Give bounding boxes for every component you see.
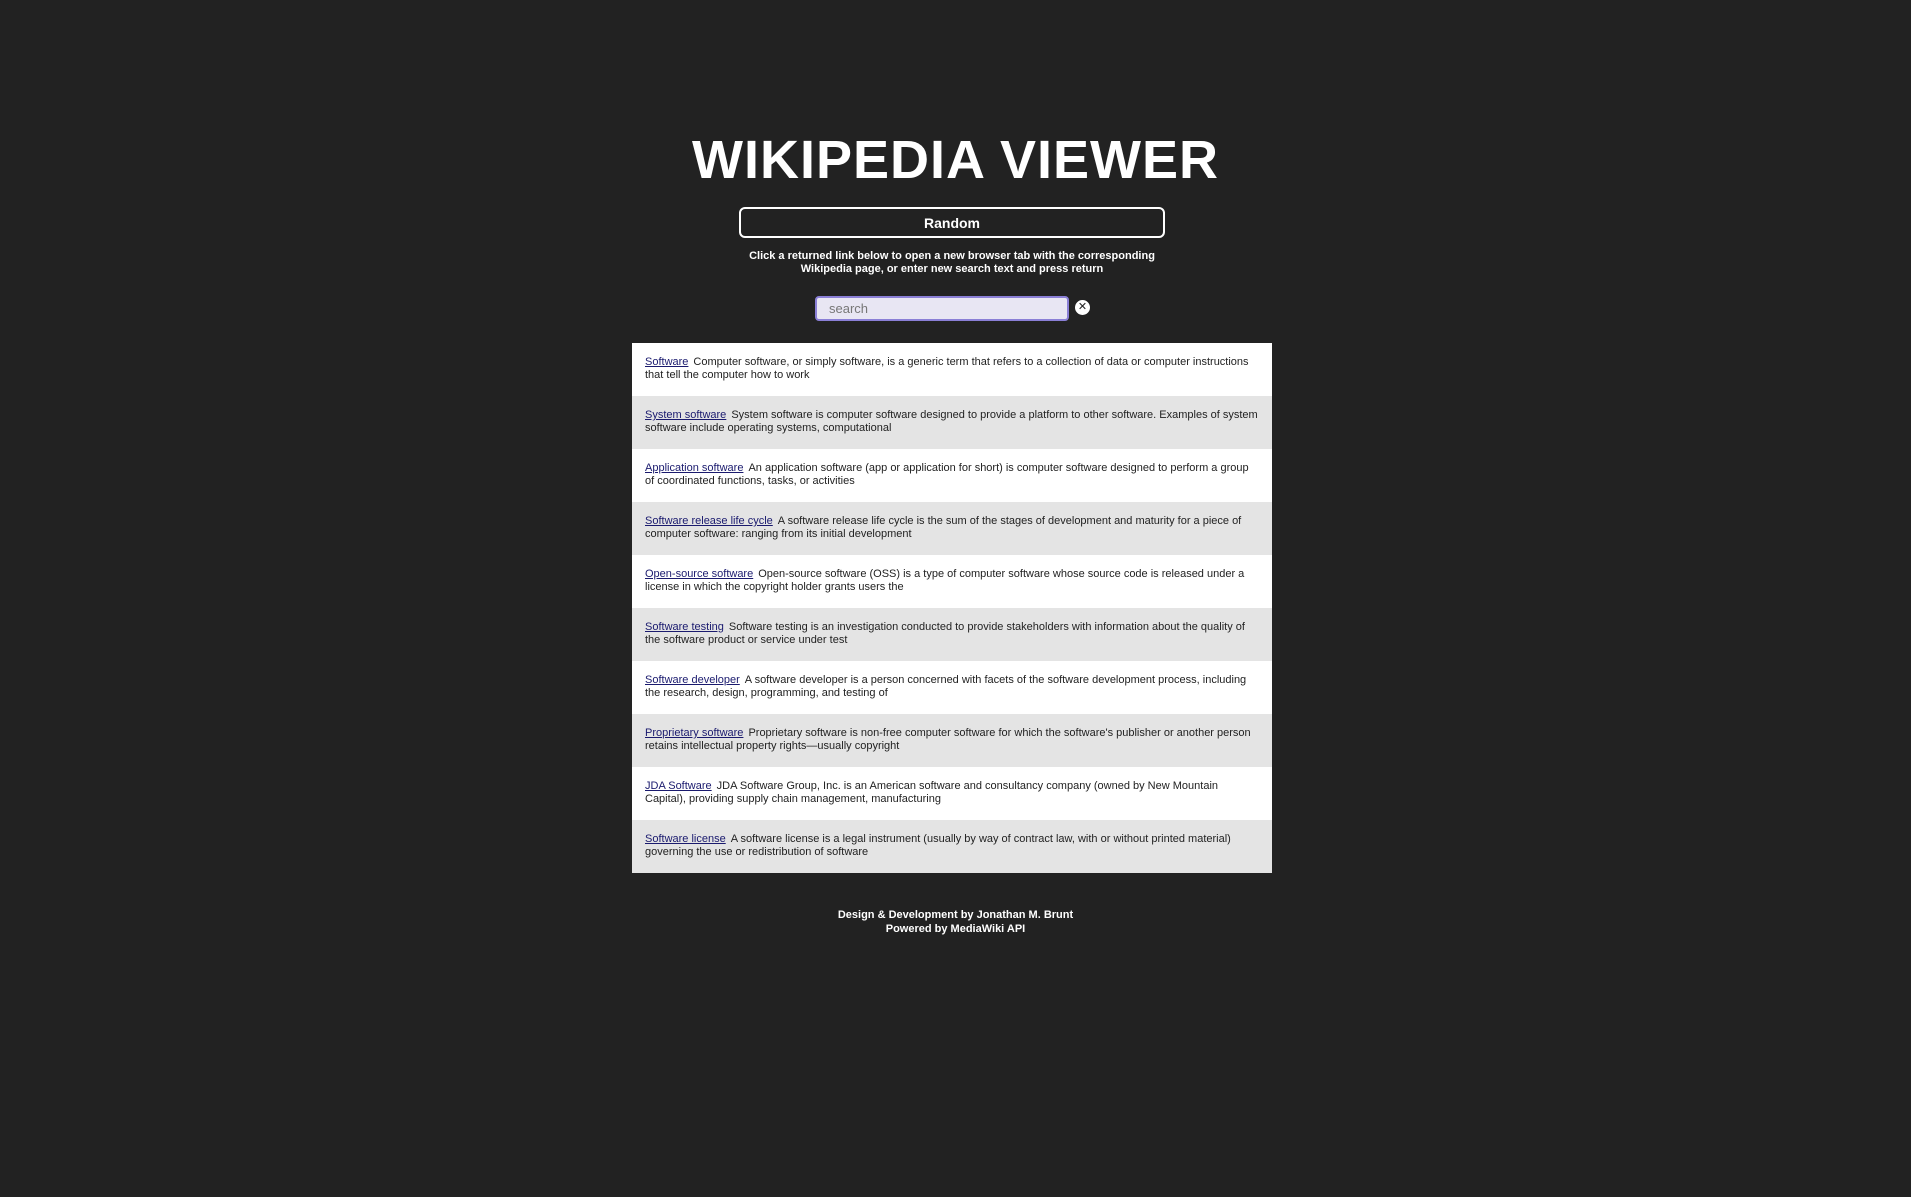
search-bar: ✕	[815, 296, 1095, 322]
result-link[interactable]: Application software	[645, 462, 743, 474]
list-item: Software release life cycle A software re…	[632, 502, 1272, 555]
list-item: Open-source software Open-source software…	[632, 555, 1272, 608]
result-link[interactable]: Open-source software	[645, 568, 753, 580]
footer-powered-by: Powered by MediaWiki API	[885, 923, 1026, 935]
instructions-text: Click a returned link below to open a ne…	[749, 250, 1155, 275]
result-link[interactable]: Software	[645, 356, 688, 368]
list-item: Software Computer software, or simply sof…	[632, 343, 1272, 396]
page-title: WIKIPEDIA VIEWER	[691, 130, 1220, 190]
footer: Design & Development by Jonathan M. Brun…	[0, 908, 1911, 936]
result-link[interactable]: Software testing	[645, 621, 724, 633]
close-circle-icon[interactable]: ✕	[1075, 300, 1090, 315]
result-link[interactable]: Software release life cycle	[645, 515, 773, 527]
result-link[interactable]: Software developer	[645, 674, 740, 686]
list-item: Software license A software license is a …	[632, 820, 1272, 873]
result-snippet: System software is computer software des…	[645, 409, 1258, 434]
result-snippet: A software license is a legal instrument…	[645, 833, 1231, 858]
page: WIKIPEDIA VIEWER Random Click a returned…	[0, 0, 1911, 1197]
result-link[interactable]: System software	[645, 409, 726, 421]
list-item: Software developer A software developer i…	[632, 661, 1272, 714]
result-link[interactable]: JDA Software	[645, 780, 712, 792]
result-link[interactable]: Proprietary software	[645, 727, 743, 739]
results-list: Software Computer software, or simply sof…	[632, 343, 1272, 873]
list-item: JDA Software JDA Software Group, Inc. is …	[632, 767, 1272, 820]
list-item: Proprietary software Proprietary software…	[632, 714, 1272, 767]
list-item: Software testing Software testing is an i…	[632, 608, 1272, 661]
result-link[interactable]: Software license	[645, 833, 726, 845]
result-snippet: Computer software, or simply software, i…	[645, 356, 1249, 381]
list-item: System software System software is comput…	[632, 396, 1272, 449]
result-snippet: Software testing is an investigation con…	[645, 621, 1245, 646]
list-item: Application software An application softw…	[632, 449, 1272, 502]
random-button[interactable]: Random	[739, 207, 1165, 238]
footer-credit: Design & Development by Jonathan M. Brun…	[837, 909, 1074, 921]
search-input[interactable]	[815, 296, 1069, 321]
result-snippet: JDA Software Group, Inc. is an American …	[645, 780, 1218, 805]
